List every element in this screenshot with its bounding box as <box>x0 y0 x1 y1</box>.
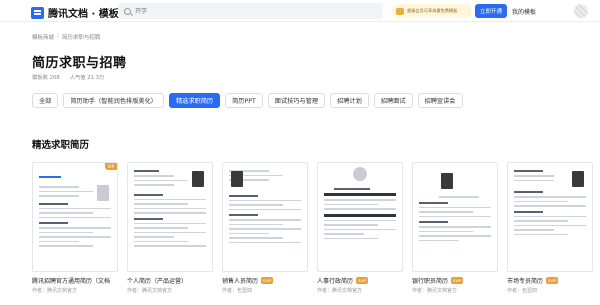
template-grid: VIP 腾讯招聘官方通用简历（文档） 作者：腾讯文档官方 个人简历（产品运营） … <box>32 162 593 294</box>
template-author: 作者：包壹四 <box>507 288 538 294</box>
template-author: 作者：腾讯文档官方 <box>412 288 458 294</box>
template-card[interactable]: 人事行政简历 SVIP 作者：腾讯文档官方 <box>317 162 403 294</box>
promo-text: 超级会员可享海量免费模板 <box>407 8 458 13</box>
promo-banner[interactable]: 超级会员可享海量免费模板 <box>392 4 472 18</box>
tab-recruiting-talk[interactable]: 招聘宣讲会 <box>417 93 463 108</box>
template-author: 作者：腾讯文档官方 <box>32 288 78 294</box>
category-tabs: 全部 简历助手（智能润色排版美化） 精选求职简历 简历PPT 面试技巧与管理 招… <box>32 93 463 108</box>
template-card[interactable]: 个人简历（产品运营） 作者：腾讯文档官方 <box>127 162 213 294</box>
template-count: 模板数 208 <box>32 75 60 81</box>
svip-badge: SVIP <box>451 277 464 284</box>
tab-resume-assistant[interactable]: 简历助手（智能润色排版美化） <box>63 93 164 108</box>
tab-hiring-interview[interactable]: 招聘面试 <box>373 93 413 108</box>
crown-icon <box>396 7 404 15</box>
template-name[interactable]: 销售人员简历 <box>222 276 258 285</box>
template-card[interactable]: 银行职员简历 SVIP 作者：腾讯文档官方 <box>412 162 498 294</box>
tab-featured-resumes[interactable]: 精选求职简历 <box>169 93 221 108</box>
tab-resume-ppt[interactable]: 简历PPT <box>225 93 263 108</box>
template-thumbnail[interactable] <box>222 162 308 272</box>
search-icon <box>124 7 131 15</box>
page-title: 简历求职与招聘 <box>32 56 127 71</box>
page-stats: 模板数 208 人气值 21.3万 <box>32 73 104 81</box>
tencent-docs-logo-icon <box>31 6 44 19</box>
template-name[interactable]: 个人简历（产品运营） <box>127 276 187 285</box>
breadcrumb-item-mall[interactable]: 模板商城 <box>32 33 54 41</box>
search-box[interactable] <box>118 3 383 19</box>
breadcrumb: 模板商城 / 简历求职与招聘 <box>32 33 100 41</box>
template-thumbnail[interactable] <box>317 162 403 272</box>
svip-badge: SVIP <box>546 277 559 284</box>
template-thumbnail[interactable] <box>507 162 593 272</box>
search-input[interactable] <box>135 7 355 15</box>
breadcrumb-item-current: 简历求职与招聘 <box>61 35 101 41</box>
template-name[interactable]: 人事行政简历 <box>317 276 353 285</box>
template-author: 作者：腾讯文档官方 <box>127 288 173 294</box>
top-bar: 腾讯文档 · 模板 超级会员可享海量免费模板 立即开通 我的模板 <box>0 0 600 22</box>
subscribe-button[interactable]: 立即开通 <box>475 4 507 18</box>
section-title: 精选求职简历 <box>32 140 90 151</box>
template-thumbnail[interactable] <box>412 162 498 272</box>
template-name[interactable]: 市场专员简历 <box>507 276 543 285</box>
template-card[interactable]: VIP 腾讯招聘官方通用简历（文档） 作者：腾讯文档官方 <box>32 162 118 294</box>
template-author: 作者：包壹四 <box>222 288 253 294</box>
vip-corner-badge: VIP <box>104 163 117 170</box>
template-thumbnail[interactable] <box>127 162 213 272</box>
template-thumbnail[interactable]: VIP <box>32 162 118 272</box>
tab-all[interactable]: 全部 <box>32 93 59 108</box>
my-templates-link[interactable]: 我的模板 <box>512 7 536 16</box>
template-card[interactable]: 市场专员简历 SVIP 作者：包壹四 <box>507 162 593 294</box>
tab-interview-tips[interactable]: 面试技巧与管理 <box>267 93 326 108</box>
template-author: 作者：腾讯文档官方 <box>317 288 363 294</box>
breadcrumb-separator: / <box>57 33 59 39</box>
template-name[interactable]: 银行职员简历 <box>412 276 448 285</box>
svip-badge: SVIP <box>261 277 274 284</box>
popularity: 人气值 21.3万 <box>69 75 105 81</box>
logo-text: 腾讯文档 · 模板 <box>48 9 119 20</box>
user-avatar[interactable] <box>574 4 588 18</box>
tab-hiring-plan[interactable]: 招聘计划 <box>330 93 369 108</box>
svip-badge: SVIP <box>356 277 369 284</box>
logo[interactable]: 腾讯文档 · 模板 <box>31 5 119 20</box>
template-card[interactable]: 销售人员简历 SVIP 作者：包壹四 <box>222 162 308 294</box>
template-name[interactable]: 腾讯招聘官方通用简历（文档） <box>32 276 110 285</box>
